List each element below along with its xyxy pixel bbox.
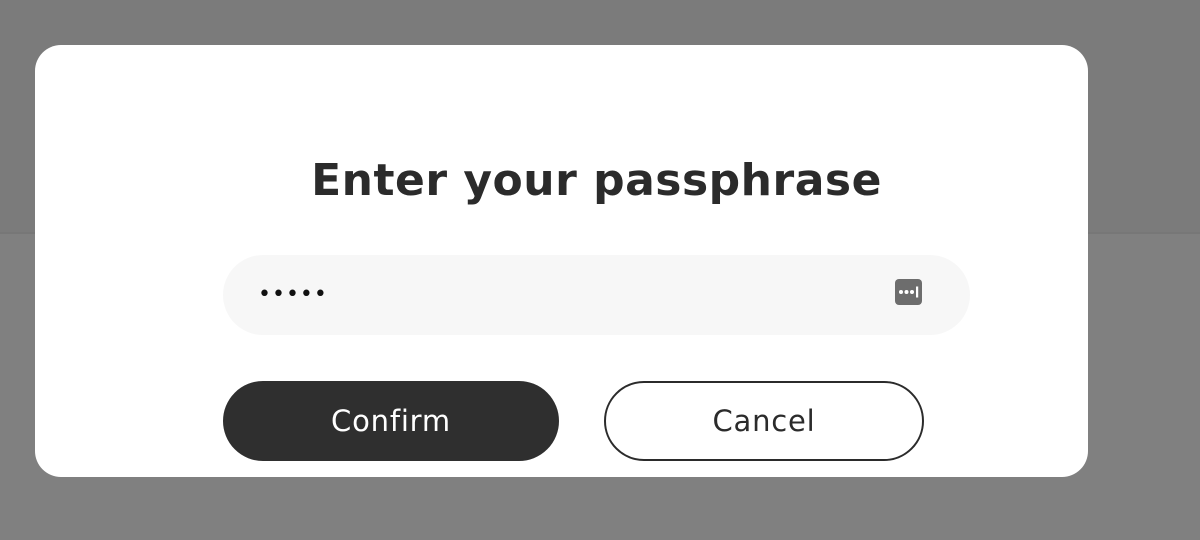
passphrase-dialog: Enter your passphrase ••••• Confirm Canc… [35,45,1088,477]
confirm-button[interactable]: Confirm [223,381,559,461]
password-manager-icon[interactable] [895,279,922,305]
passphrase-input[interactable]: ••••• [223,255,970,335]
dialog-title: Enter your passphrase [311,155,882,206]
cancel-button[interactable]: Cancel [604,381,924,461]
passphrase-masked-value[interactable]: ••••• [258,255,328,335]
